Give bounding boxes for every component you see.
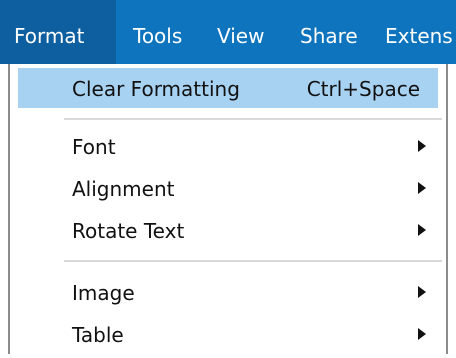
submenu-arrow-icon bbox=[418, 182, 426, 194]
menu-item-clear-formatting[interactable]: Clear Formatting Ctrl+Space bbox=[18, 68, 438, 108]
image-label: Image bbox=[72, 281, 135, 305]
menu-tools[interactable]: Tools bbox=[133, 0, 182, 64]
font-label: Font bbox=[72, 135, 116, 159]
menu-format[interactable]: Format bbox=[0, 0, 116, 64]
rotate-text-label: Rotate Text bbox=[72, 219, 185, 243]
table-label: Table bbox=[72, 323, 124, 347]
menu-item-alignment[interactable]: Alignment bbox=[10, 168, 446, 208]
menu-item-table[interactable]: Table bbox=[10, 314, 446, 354]
alignment-label: Alignment bbox=[72, 177, 175, 201]
menu-extensions[interactable]: Extens bbox=[385, 0, 453, 64]
submenu-arrow-icon bbox=[418, 286, 426, 298]
format-dropdown-menu: Clear Formatting Ctrl+Space Font Alignme… bbox=[8, 64, 448, 354]
menu-item-image[interactable]: Image bbox=[10, 272, 446, 312]
menu-item-rotate-text[interactable]: Rotate Text bbox=[10, 210, 446, 250]
menu-item-font[interactable]: Font bbox=[10, 126, 446, 166]
menu-share[interactable]: Share bbox=[300, 0, 358, 64]
submenu-arrow-icon bbox=[418, 224, 426, 236]
menu-view[interactable]: View bbox=[217, 0, 264, 64]
menu-separator bbox=[64, 260, 442, 262]
submenu-arrow-icon bbox=[418, 328, 426, 340]
clear-formatting-label: Clear Formatting bbox=[72, 77, 240, 101]
clear-formatting-shortcut: Ctrl+Space bbox=[306, 77, 420, 101]
submenu-arrow-icon bbox=[418, 140, 426, 152]
menu-separator bbox=[64, 118, 442, 120]
menu-bar: Format Tools View Share Extens bbox=[0, 0, 456, 64]
